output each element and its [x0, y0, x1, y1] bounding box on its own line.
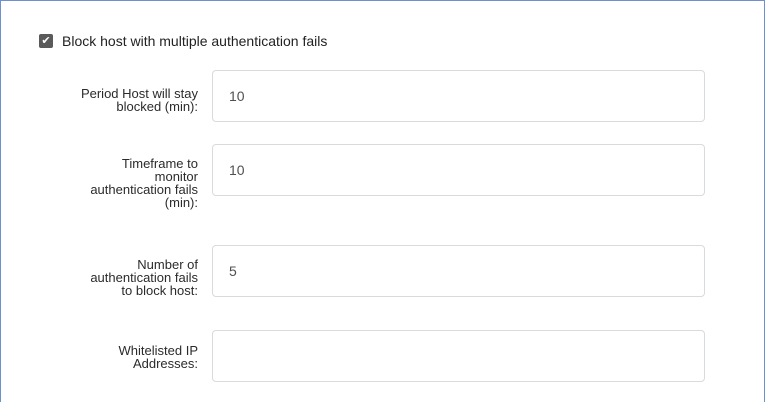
block-host-option[interactable]: ✔ Block host with multiple authenticatio…	[39, 33, 327, 49]
whitelist-label-line: Addresses:	[132, 356, 198, 371]
timeframe-input[interactable]	[212, 144, 705, 196]
timeframe-label: Timeframe to monitor authentication fail…	[28, 157, 198, 209]
settings-panel: ✔ Block host with multiple authenticatio…	[0, 0, 765, 402]
period-label: Period Host will stay blocked (min):	[28, 87, 198, 113]
number-label: Number of authentication fails to block …	[28, 258, 198, 297]
period-input[interactable]	[212, 70, 705, 122]
block-host-checkbox[interactable]: ✔	[39, 34, 53, 48]
whitelist-input[interactable]	[212, 330, 705, 382]
whitelist-label: Whitelisted IP Addresses:	[28, 344, 198, 370]
block-host-label: Block host with multiple authentication …	[62, 33, 328, 49]
number-input[interactable]	[212, 245, 705, 297]
timeframe-label-line: (min):	[164, 195, 198, 210]
number-label-line: to block host:	[121, 283, 198, 298]
period-label-line: blocked (min):	[116, 99, 198, 114]
